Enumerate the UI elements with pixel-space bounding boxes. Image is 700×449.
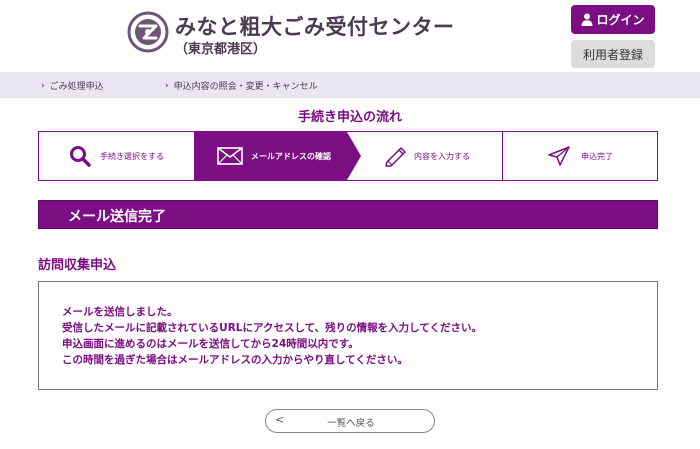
flow-title: 手続き申込の流れ	[297, 110, 402, 125]
step-label: メールアドレスの確認	[251, 151, 331, 161]
step-complete: 申込完了	[547, 132, 613, 180]
message-box: メールを送信しました。 受信したメールに記載されているURLにアクセスして、残り…	[38, 281, 658, 390]
paper-plane-icon	[548, 146, 570, 166]
step-input-details: 内容を入力する	[384, 132, 470, 180]
step-label: 内容を入力する	[414, 151, 470, 161]
nav-item-inquiry-change-cancel[interactable]: › 申込内容の照会・変更・キャンセル	[165, 79, 318, 93]
search-icon	[70, 146, 91, 167]
user-icon	[581, 13, 593, 26]
login-button[interactable]: ログイン	[571, 5, 655, 34]
pencil-icon	[385, 147, 406, 167]
nav-item-garbage-application[interactable]: › ごみ処理申込	[41, 79, 104, 93]
chevron-right-icon: ›	[41, 80, 45, 91]
register-label: 利用者登録	[582, 47, 643, 62]
step-indicator: 手続き選択をする メールアドレスの確認 内容を入力する 申込完了	[38, 131, 658, 181]
chevron-right-icon: ›	[165, 80, 169, 91]
message-line: 申込画面に進めるのはメールを送信してから24時間以内です。	[62, 338, 359, 350]
nav-item-label: ごみ処理申込	[49, 82, 104, 92]
register-button[interactable]: 利用者登録	[571, 40, 655, 68]
message-line: 受信したメールに記載されているURLにアクセスして、残りの情報を入力してください…	[62, 322, 482, 334]
site-title: みなと粗大ごみ受付センター	[175, 15, 455, 39]
site-header: みなと粗大ごみ受付センター （東京都港区） ログイン 利用者登録	[0, 0, 700, 72]
site-subtitle: （東京都港区）	[175, 42, 267, 57]
step-select-procedure: 手続き選択をする	[69, 132, 164, 180]
step-divider	[502, 132, 503, 180]
login-label: ログイン	[596, 13, 645, 27]
step-confirm-email: メールアドレスの確認	[217, 132, 331, 180]
nav-item-label: 申込内容の照会・変更・キャンセル	[173, 82, 318, 92]
back-to-list-button[interactable]: < 一覧へ戻る	[265, 409, 435, 433]
subsection-title: 訪問収集申込	[38, 258, 117, 273]
back-button-label: 一覧へ戻る	[327, 418, 375, 429]
nav-bar: › ごみ処理申込 › 申込内容の照会・変更・キャンセル	[0, 72, 700, 98]
message-line: この時間を過ぎた場合はメールアドレスの入力からやり直してください。	[62, 354, 408, 366]
logo-icon	[127, 11, 169, 53]
section-title: メール送信完了	[68, 209, 166, 225]
section-header: メール送信完了	[38, 200, 658, 229]
step-label: 手続き選択をする	[100, 151, 164, 161]
message-line: メールを送信しました。	[62, 306, 178, 318]
step-label: 申込完了	[581, 151, 613, 161]
envelope-icon	[217, 147, 243, 165]
